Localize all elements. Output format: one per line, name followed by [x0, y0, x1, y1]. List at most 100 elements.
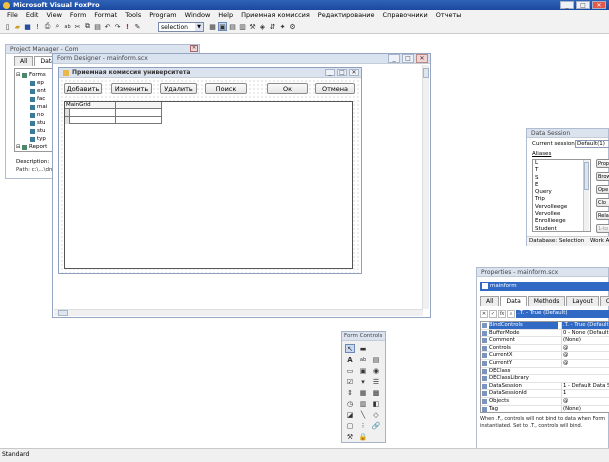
- property-row[interactable]: DataSessionId 1: [481, 390, 609, 398]
- data-env-icon[interactable]: ▣: [218, 22, 227, 31]
- tab-methods[interactable]: Methods: [527, 296, 566, 306]
- ole-container-icon[interactable]: ◧: [371, 399, 381, 408]
- expander-icon[interactable]: ⊟: [16, 71, 21, 79]
- tab-all[interactable]: All: [14, 56, 34, 66]
- property-row[interactable]: Comment (None): [481, 337, 609, 345]
- scroll-thumb[interactable]: [584, 162, 589, 190]
- tree-item[interactable]: ep: [16, 79, 56, 87]
- select-objects-icon[interactable]: ↖: [345, 344, 355, 353]
- function-icon[interactable]: fx: [498, 309, 506, 318]
- scroll-thumb[interactable]: [58, 310, 68, 316]
- grid-row[interactable]: [65, 117, 162, 124]
- menu-item[interactable]: Program: [145, 11, 180, 19]
- menu-item[interactable]: Tools: [121, 11, 145, 19]
- horizontal-scrollbar[interactable]: [54, 309, 423, 316]
- redo-icon[interactable]: ↷: [113, 22, 122, 31]
- data-session-button[interactable]: Brow: [596, 172, 609, 181]
- alias-item[interactable]: Student: [535, 226, 590, 231]
- tree-item[interactable]: ent: [16, 87, 56, 95]
- tree-item[interactable]: fac: [16, 95, 56, 103]
- delete-button[interactable]: Удалить: [160, 83, 197, 94]
- hyperlink-icon[interactable]: 🔗: [371, 421, 381, 430]
- button-lock-icon[interactable]: 🔒: [358, 432, 368, 441]
- properties-grid[interactable]: BindControls .T. - True (Default) BufferMo…: [480, 321, 609, 413]
- data-session-button[interactable]: Ope: [596, 185, 609, 194]
- maximize-button[interactable]: □: [576, 1, 590, 9]
- minimize-button[interactable]: _: [560, 1, 574, 9]
- command-button-icon[interactable]: ▭: [345, 366, 355, 375]
- alias-item[interactable]: Enrollieege: [535, 218, 590, 225]
- menu-item[interactable]: Редактирование: [314, 11, 379, 19]
- property-row[interactable]: Controls @: [481, 344, 609, 353]
- zoom-icon[interactable]: ⌕: [507, 309, 515, 318]
- cut-icon[interactable]: ✂: [73, 22, 82, 31]
- alias-item[interactable]: Vervolleege: [535, 204, 590, 211]
- menu-item[interactable]: Help: [214, 11, 237, 19]
- menu-item[interactable]: View: [42, 11, 65, 19]
- alias-item[interactable]: L: [535, 160, 590, 167]
- menu-item[interactable]: Window: [181, 11, 215, 19]
- scroll-thumb[interactable]: [423, 68, 429, 78]
- combobox-icon[interactable]: ▾: [358, 377, 368, 386]
- main-grid[interactable]: MainGrid: [64, 101, 353, 269]
- grid-row[interactable]: [65, 109, 162, 117]
- preview-icon[interactable]: ⌕: [53, 22, 62, 31]
- tree-item[interactable]: stu: [16, 119, 56, 127]
- builder-lock-icon[interactable]: ⚒: [345, 432, 355, 441]
- listbox-icon[interactable]: ☰: [371, 377, 381, 386]
- property-row[interactable]: DataSession 1 - Default Data Session: [481, 382, 609, 391]
- container-icon[interactable]: ▢: [345, 421, 355, 430]
- menu-item[interactable]: Form: [66, 11, 90, 19]
- line-icon[interactable]: ╲: [358, 410, 368, 419]
- grid-icon[interactable]: ▦: [358, 388, 368, 397]
- close-icon[interactable]: ✕: [416, 54, 428, 63]
- paste-icon[interactable]: ▤: [93, 22, 102, 31]
- property-row[interactable]: DEClassLibrary: [481, 375, 609, 383]
- open-folder-icon[interactable]: ▰: [13, 22, 22, 31]
- alias-item[interactable]: T: [535, 167, 590, 174]
- tree-item[interactable]: no: [16, 111, 56, 119]
- selection-combo[interactable]: selection ▼: [158, 22, 204, 32]
- properties-window-icon[interactable]: ▤: [228, 22, 237, 31]
- property-row[interactable]: DEClass: [481, 368, 609, 376]
- current-session-combo[interactable]: Default(1): [575, 140, 609, 148]
- data-session-button[interactable]: 1-to: [596, 224, 609, 233]
- property-row[interactable]: Tag (None): [481, 405, 609, 412]
- copy-icon[interactable]: ⧉: [83, 22, 92, 31]
- textbox-icon[interactable]: ab: [358, 355, 368, 364]
- separator-icon[interactable]: ⁝: [358, 421, 368, 430]
- property-row[interactable]: CurrentY @: [481, 359, 609, 368]
- data-session-button[interactable]: Prop: [596, 159, 609, 168]
- search-button[interactable]: Поиск: [205, 83, 247, 94]
- vertical-scrollbar[interactable]: [422, 65, 429, 309]
- spinner-icon[interactable]: ⇕: [345, 388, 355, 397]
- tab-layout[interactable]: Layout: [566, 296, 599, 306]
- print-icon[interactable]: ⎙: [43, 22, 52, 31]
- menu-item[interactable]: Справочники: [379, 11, 432, 19]
- tree-item[interactable]: ⊟ Report: [16, 143, 56, 151]
- label-icon[interactable]: A: [345, 355, 355, 364]
- close-icon[interactable]: ✕: [190, 45, 198, 52]
- alias-item[interactable]: Trip: [535, 196, 590, 203]
- tree-item[interactable]: typ: [16, 135, 56, 143]
- form-canvas[interactable]: Добавить Изменить Удалить Поиск Ок Отмен…: [60, 79, 360, 273]
- designed-form[interactable]: Приемная комиссия университета _ □ ✕ Доб…: [58, 67, 362, 274]
- menu-item[interactable]: Format: [90, 11, 121, 19]
- menu-item[interactable]: Отчеты: [432, 11, 466, 19]
- object-combo[interactable]: mainform: [480, 282, 609, 291]
- alias-item[interactable]: E: [535, 182, 590, 189]
- ok-button[interactable]: Ок: [267, 83, 308, 94]
- modify-icon[interactable]: ✎: [133, 22, 142, 31]
- checkbox-icon[interactable]: ☑: [345, 377, 355, 386]
- property-row[interactable]: BindControls .T. - True (Default): [481, 322, 609, 330]
- property-row[interactable]: BufferMode 0 - None (Default): [481, 329, 609, 338]
- layout-toolbar-icon[interactable]: ⇵: [268, 22, 277, 31]
- option-group-icon[interactable]: ◉: [371, 366, 381, 375]
- menu-item[interactable]: Приемная комиссия: [237, 11, 314, 19]
- accept-edit-icon[interactable]: ✓: [489, 309, 497, 318]
- aliases-scrollbar[interactable]: [583, 160, 589, 231]
- undo-icon[interactable]: ↶: [103, 22, 112, 31]
- tree-item[interactable]: stu: [16, 127, 56, 135]
- menu-item[interactable]: File: [3, 11, 22, 19]
- tree-item[interactable]: mai: [16, 103, 56, 111]
